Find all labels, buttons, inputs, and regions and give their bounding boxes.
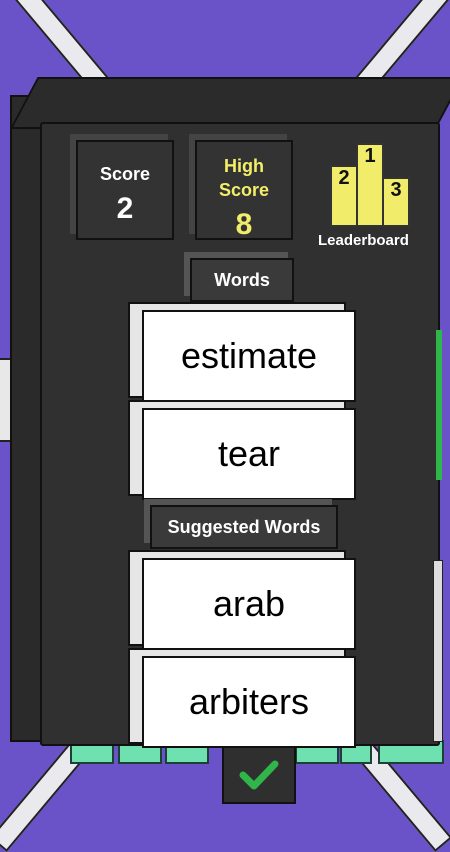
- high-score-label-line1: High: [224, 156, 264, 176]
- leaderboard-label: Leaderboard: [318, 232, 409, 249]
- score-label: Score: [99, 164, 151, 184]
- high-score-box: High Score 8: [195, 140, 293, 241]
- podium-first: 1: [356, 143, 384, 227]
- podium-second: 2: [330, 165, 358, 227]
- scrollbar[interactable]: [433, 560, 443, 742]
- suggested-word-card[interactable]: arbiters: [142, 656, 356, 748]
- word-card[interactable]: estimate: [142, 310, 356, 402]
- confirm-button[interactable]: [222, 746, 296, 804]
- score-value: 2: [116, 192, 134, 225]
- check-icon: [239, 760, 279, 790]
- leaderboard-button[interactable]: 2 1 3 Leaderboard: [318, 140, 428, 250]
- high-score-value: 8: [235, 208, 253, 241]
- panel-green-tab: [436, 330, 442, 480]
- high-score-label-line2: Score: [218, 180, 270, 200]
- suggested-word-card[interactable]: arab: [142, 558, 356, 650]
- words-header: Words: [190, 258, 294, 302]
- high-score-label: High Score: [197, 154, 291, 202]
- score-box: Score 2: [76, 140, 174, 240]
- word-card[interactable]: tear: [142, 408, 356, 500]
- podium-third: 3: [382, 177, 410, 227]
- suggested-words-header: Suggested Words: [150, 505, 338, 549]
